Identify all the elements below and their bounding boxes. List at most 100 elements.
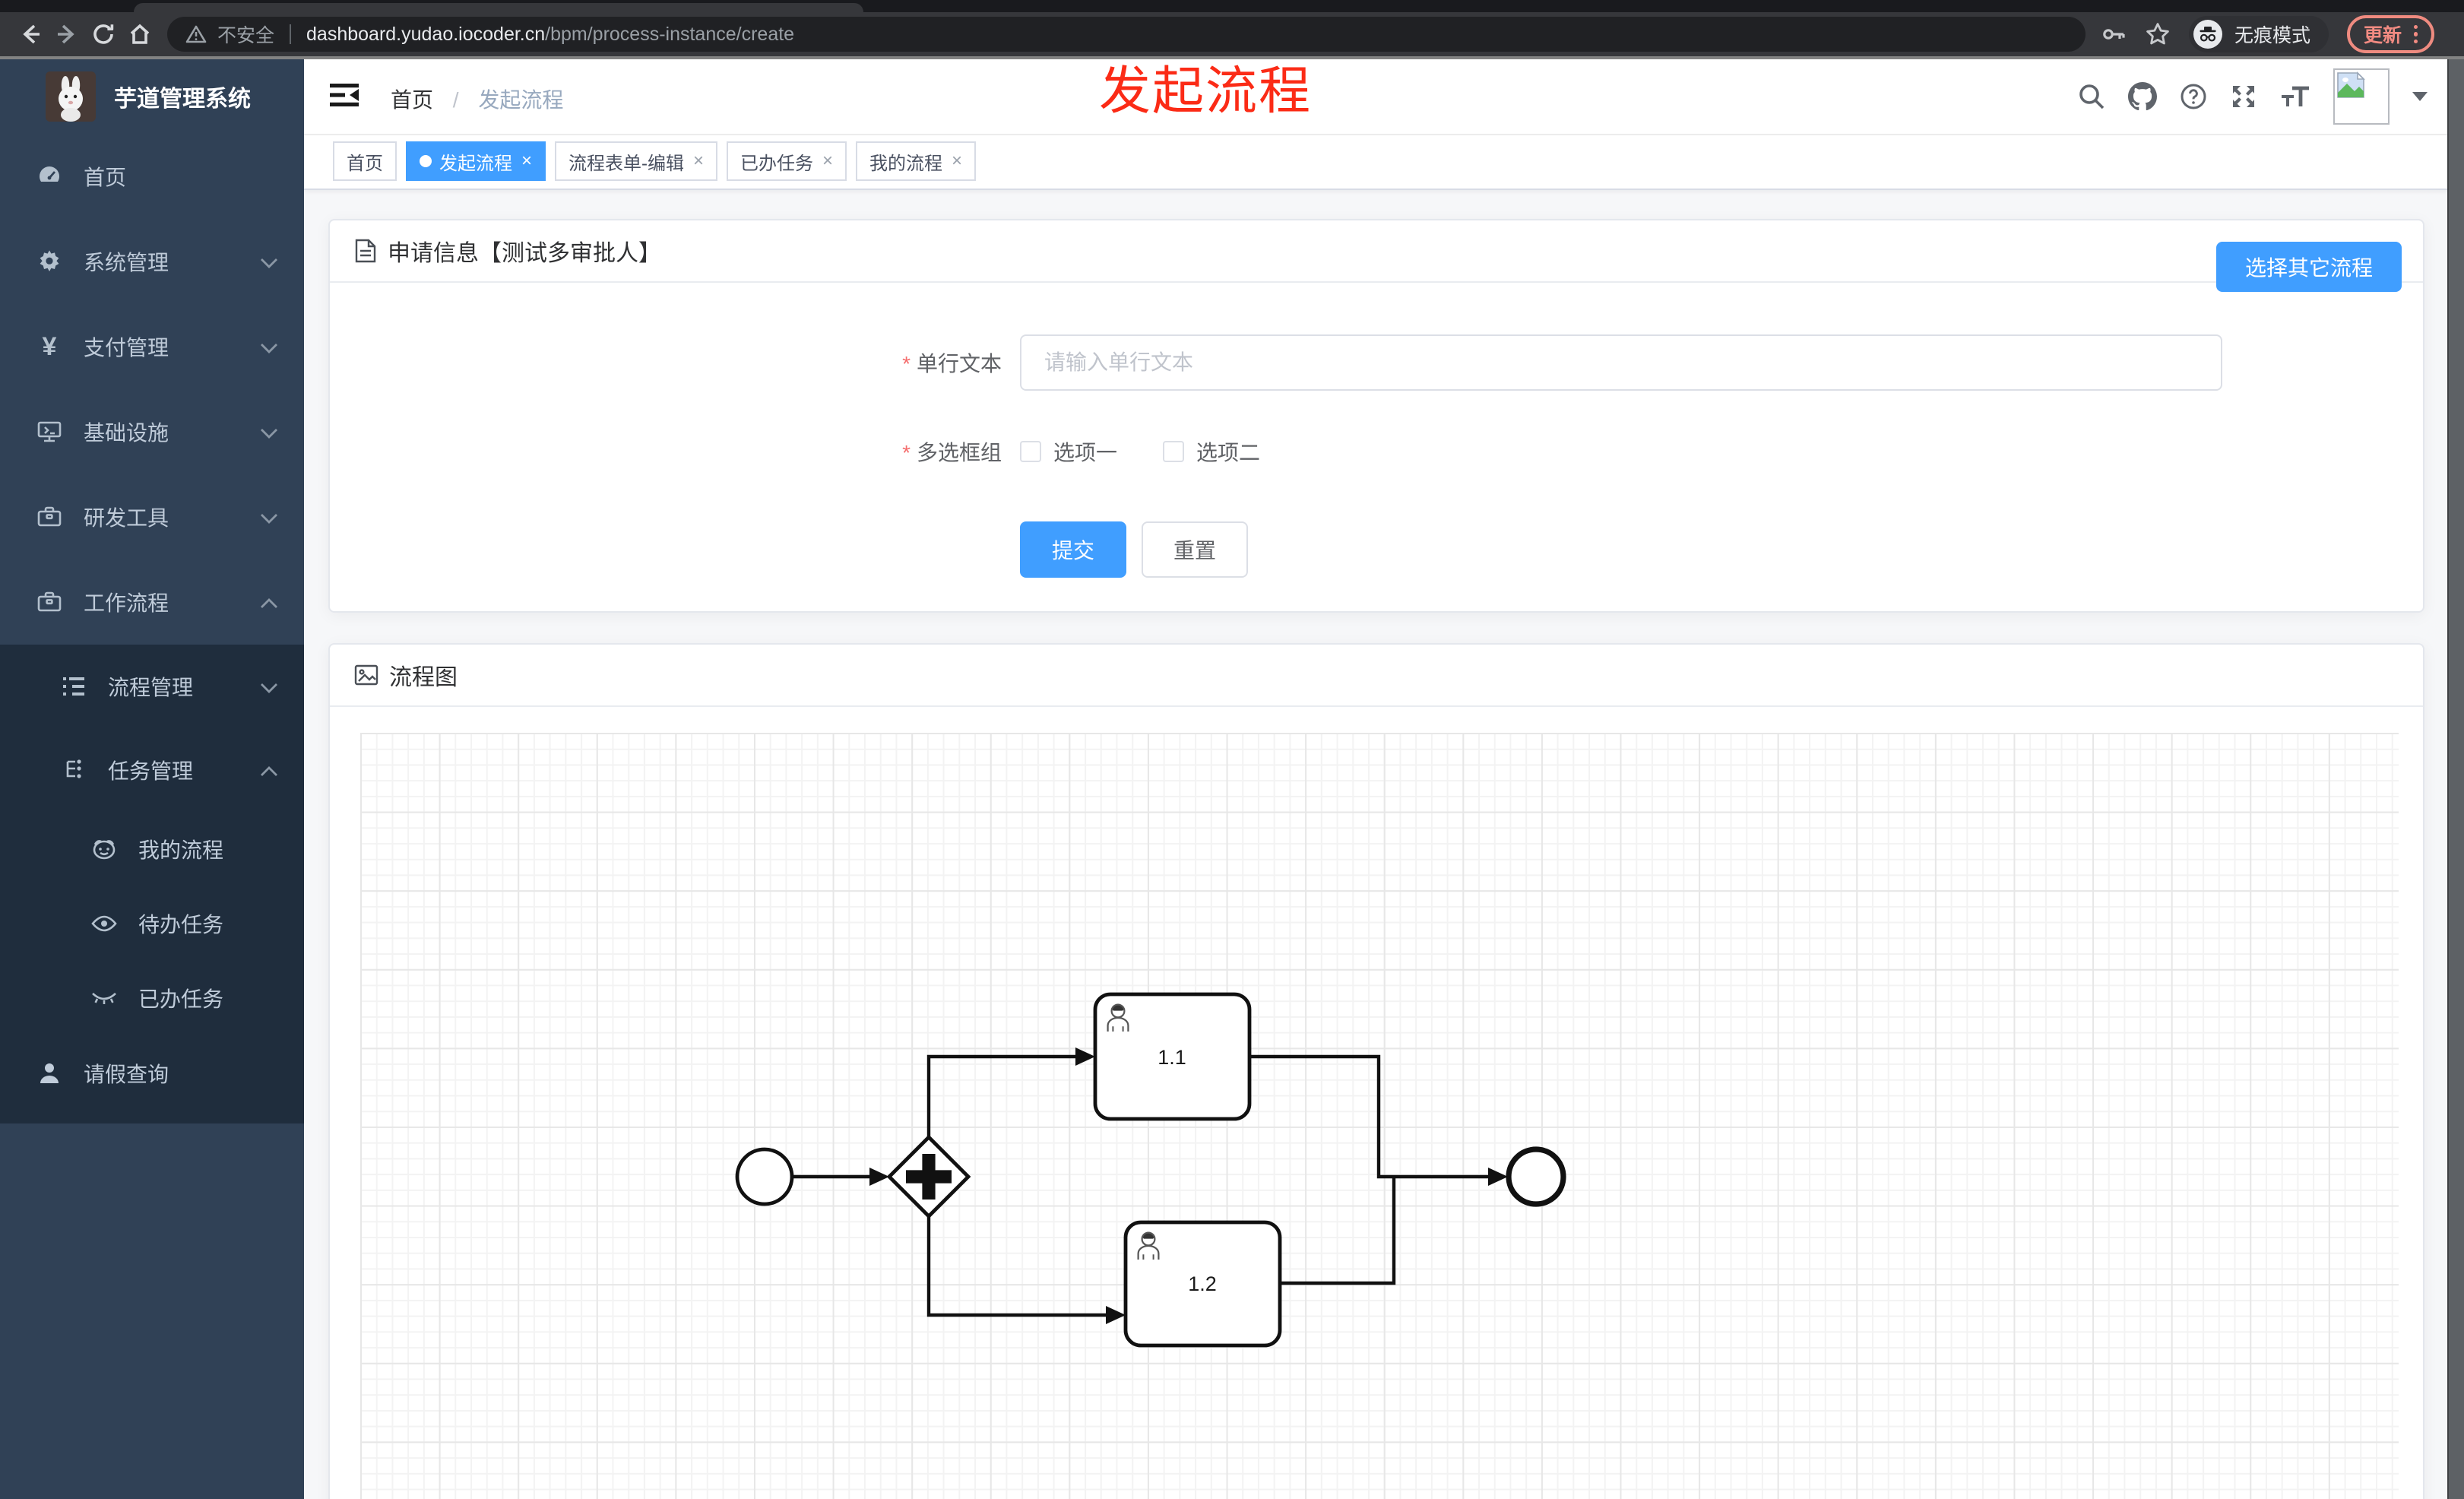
broken-image-icon [2337, 71, 2365, 98]
checkbox-option-1[interactable]: 选项一 [1020, 436, 1117, 467]
sidebar-item-done-tasks[interactable]: 已办任务 [0, 961, 304, 1035]
reset-button[interactable]: 重置 [1142, 521, 1249, 578]
workflow-submenu: 流程管理 任务管理 我的流程 待办任务 已办任务 请假查询 [0, 645, 304, 1123]
user-task-1[interactable]: 1.1 [1093, 992, 1252, 1121]
tag-done-tasks[interactable]: 已办任务 × [727, 141, 847, 181]
checkbox-box-icon[interactable] [1163, 441, 1185, 462]
screen: 不安全 dashboard.yudao.iocoder.cn/bpm/proce… [0, 0, 2464, 1499]
sidebar-item-label: 系统管理 [84, 251, 169, 274]
apply-card-title: 申请信息【测试多审批人】 [388, 241, 661, 266]
tag-form-edit[interactable]: 流程表单-编辑 × [555, 141, 718, 181]
close-icon[interactable]: × [822, 152, 833, 170]
star-icon[interactable] [2145, 21, 2171, 47]
sidebar-item-system[interactable]: 系统管理 [0, 219, 304, 304]
breadcrumb-separator: / [452, 88, 459, 112]
checkbox-option-label: 选项二 [1196, 441, 1261, 464]
key-icon[interactable] [2101, 21, 2127, 47]
sidebar-item-label: 首页 [84, 166, 127, 189]
user-avatar[interactable] [2333, 68, 2390, 125]
close-icon[interactable]: × [693, 152, 704, 170]
sidebar-item-label: 待办任务 [138, 913, 224, 936]
sidebar-item-process-mgmt[interactable]: 流程管理 [0, 645, 304, 728]
start-event[interactable] [735, 1147, 794, 1206]
eye-closed-icon [91, 985, 117, 1011]
sidebar-item-label: 流程管理 [108, 676, 194, 699]
sidebar-item-label: 研发工具 [84, 506, 169, 530]
parallel-gateway[interactable] [886, 1134, 971, 1219]
incognito-badge[interactable]: 无痕模式 [2189, 16, 2329, 52]
diagram-card-header: 流程图 [330, 645, 2423, 707]
flow-task1-end [1249, 1054, 1488, 1179]
single-line-text-input[interactable] [1020, 334, 2222, 391]
annotation-overlay-text: 发起流程 [1099, 62, 1313, 120]
sidebar-item-task-mgmt[interactable]: 任务管理 [0, 728, 304, 812]
breadcrumb: 首页 / 发起流程 [391, 84, 563, 114]
close-icon[interactable]: × [521, 152, 532, 170]
tag-my-process[interactable]: 我的流程 × [856, 141, 977, 181]
briefcase-icon [36, 504, 62, 530]
tag-home[interactable]: 首页 [333, 141, 397, 181]
sidebar-item-leave-query[interactable]: 请假查询 [0, 1035, 304, 1111]
document-icon [354, 239, 377, 263]
tag-start-process[interactable]: 发起流程 × [406, 141, 546, 181]
bpmn-canvas[interactable]: 1.1 1.2 [360, 733, 2399, 1499]
reload-button[interactable] [85, 16, 122, 52]
monitor-icon [36, 419, 62, 445]
back-button[interactable] [12, 16, 49, 52]
warning-triangle-icon [185, 25, 207, 43]
update-button[interactable]: 更新 [2347, 15, 2435, 53]
flow-task2-join [1280, 1177, 1396, 1285]
chevron-down-icon [260, 505, 278, 529]
tag-label: 首页 [347, 153, 383, 174]
chevron-up-icon [260, 758, 278, 782]
url-host: dashboard.yudao.iocoder.cn [306, 23, 546, 45]
font-size-icon[interactable] [2280, 84, 2310, 109]
home-icon [130, 24, 150, 44]
page-scrollbar[interactable] [2447, 59, 2464, 1499]
sidebar-item-my-process[interactable]: 我的流程 [0, 812, 304, 886]
end-event[interactable] [1506, 1146, 1566, 1207]
home-button[interactable] [122, 16, 158, 52]
submit-button[interactable]: 提交 [1020, 521, 1127, 578]
sidebar-item-todo-tasks[interactable]: 待办任务 [0, 886, 304, 961]
sidebar-item-label: 请假查询 [84, 1063, 169, 1086]
main-content: 申请信息【测试多审批人】 选择其它流程 *单行文本 *多选框组 选项一 [304, 189, 2449, 1499]
url-bar[interactable]: 不安全 dashboard.yudao.iocoder.cn/bpm/proce… [167, 17, 2086, 52]
gear-icon [36, 249, 62, 274]
checkbox-box-icon[interactable] [1020, 441, 1041, 462]
close-icon[interactable]: × [952, 152, 962, 170]
sidebar-item-infra[interactable]: 基础设施 [0, 389, 304, 474]
sidebar-item-label: 已办任务 [138, 987, 224, 1011]
fullscreen-icon[interactable] [2230, 83, 2257, 110]
tags-view-bar: 首页 发起流程 × 流程表单-编辑 × 已办任务 × 我的流程 × [304, 134, 2449, 190]
breadcrumb-home-link[interactable]: 首页 [391, 88, 433, 112]
text-field-row: * 单行文本 [330, 334, 2423, 391]
text-field-label: * 单行文本 [902, 352, 1002, 376]
tag-label: 我的流程 [869, 153, 943, 174]
toolbar-right: 无痕模式 更新 [2101, 15, 2435, 53]
user-task-2[interactable]: 1.2 [1123, 1220, 1282, 1348]
sidebar-item-devtools[interactable]: 研发工具 [0, 474, 304, 559]
sidebar-item-home[interactable]: 首页 [0, 134, 304, 219]
menu-dots-icon[interactable] [2414, 25, 2418, 43]
choose-other-process-button[interactable]: 选择其它流程 [2215, 242, 2402, 292]
app-logo-row[interactable]: 芋道管理系统 [0, 59, 304, 134]
browser-active-tab[interactable] [134, 3, 863, 12]
apply-card-header: 申请信息【测试多审批人】 [330, 220, 2423, 283]
sidebar-fold-button[interactable] [330, 82, 359, 114]
sidebar-item-workflow[interactable]: 工作流程 [0, 559, 304, 645]
help-icon[interactable] [2180, 83, 2207, 110]
incognito-icon [2200, 27, 2216, 42]
eye-open-icon [91, 911, 117, 936]
forward-icon [58, 24, 74, 44]
sidebar-item-payment[interactable]: ¥ 支付管理 [0, 304, 304, 389]
github-icon[interactable] [2128, 82, 2157, 111]
forward-button[interactable] [49, 16, 85, 52]
flow-gateway-task2 [926, 1216, 1107, 1317]
caret-down-icon[interactable] [2412, 92, 2428, 101]
sidebar-item-label: 我的流程 [138, 838, 224, 862]
checkbox-option-2[interactable]: 选项二 [1163, 436, 1260, 467]
bpmn-diagram: 1.1 1.2 [735, 992, 1566, 1348]
search-icon[interactable] [2078, 83, 2105, 110]
active-dot [420, 155, 432, 167]
